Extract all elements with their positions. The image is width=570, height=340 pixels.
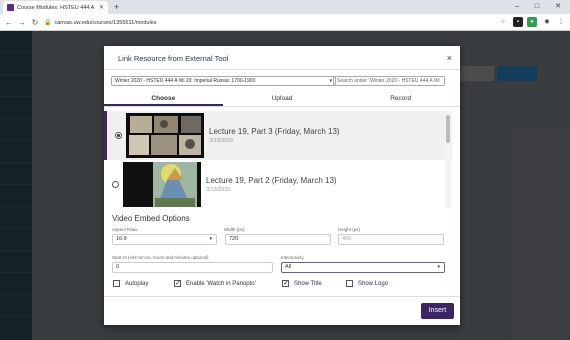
start-at-label: Start At (HH:mm:ss, hours and minutes op… [112, 255, 209, 260]
chevron-down-icon: ▾ [437, 264, 440, 270]
show-logo-checkbox[interactable]: Show Logo [346, 280, 388, 287]
width-input[interactable]: 720 [225, 234, 331, 245]
aspect-ratio-value: 16:9 [116, 236, 127, 242]
video-date: 3/13/2020 [209, 138, 234, 144]
show-logo-label: Show Logo [358, 280, 389, 287]
address-bar[interactable]: 🔒 canvas.uw.edu/courses/1355611/modules [44, 17, 504, 28]
interactivity-label: Interactivity [281, 255, 304, 260]
insert-button[interactable]: Insert [421, 303, 454, 319]
tab-bar: Choose Upload Record [104, 90, 460, 107]
radio-selected[interactable] [115, 132, 122, 139]
aspect-ratio-label: Aspect Ratio [112, 227, 138, 232]
embed-options-heading: Video Embed Options [112, 214, 190, 223]
extension-icon[interactable]: ▪ [513, 17, 523, 27]
link-resource-dialog: Link Resource from External Tool × Winte… [104, 46, 460, 325]
list-item[interactable]: Lecture 19, Part 2 (Friday, March 13) 3/… [104, 160, 452, 208]
dialog-header: Link Resource from External Tool × [104, 46, 460, 70]
search-input[interactable]: Search under "Winter 2020 - HSTEU 444 A … [333, 76, 445, 86]
height-label: Height (px) [338, 227, 361, 232]
dialog-footer: Insert [104, 296, 460, 325]
browser-chrome: Course Modules: HSTEU 444 A Wi... ✕ + – … [0, 0, 570, 31]
forward-icon[interactable]: → [17, 16, 27, 29]
tab-record[interactable]: Record [341, 90, 460, 106]
dialog-title: Link Resource from External Tool [118, 54, 229, 63]
reload-icon[interactable]: ↻ [30, 16, 40, 29]
list-scrollbar-thumb[interactable] [446, 115, 450, 143]
video-title: Lecture 19, Part 3 (Friday, March 13) [209, 127, 340, 136]
url-text: canvas.uw.edu/courses/1355611/modules [54, 19, 157, 26]
radio-unselected[interactable] [112, 181, 119, 188]
checkbox-box[interactable] [174, 279, 181, 287]
tab-title: Course Modules: HSTEU 444 A Wi... [17, 4, 95, 11]
interactivity-value: All [285, 264, 292, 270]
tab-upload[interactable]: Upload [223, 90, 342, 106]
width-label: Width (px) [224, 227, 245, 232]
maximize-button[interactable]: □ [528, 0, 546, 14]
new-tab-button[interactable]: + [114, 1, 119, 13]
interactivity-select[interactable]: All ▾ [281, 262, 445, 273]
checkbox-box[interactable] [346, 280, 353, 287]
list-item[interactable]: Lecture 19, Part 3 (Friday, March 13) 3/… [104, 111, 452, 160]
tab-choose[interactable]: Choose [104, 90, 223, 106]
close-icon[interactable]: × [447, 53, 452, 63]
tab-strip: Course Modules: HSTEU 444 A Wi... ✕ + – … [0, 0, 570, 14]
checkbox-box[interactable] [113, 280, 120, 287]
canvas-favicon-icon [7, 4, 14, 11]
minimize-button[interactable]: – [508, 0, 526, 14]
chevron-down-icon: ▾ [329, 78, 332, 84]
watch-in-panopto-checkbox[interactable]: Enable 'Watch in Panopto' [174, 279, 256, 287]
show-title-checkbox[interactable]: Show Title [282, 279, 322, 287]
aspect-ratio-select[interactable]: 16:9 ▾ [112, 234, 217, 245]
video-title: Lecture 19, Part 2 (Friday, March 13) [206, 176, 337, 185]
video-thumbnail [123, 162, 201, 207]
course-select[interactable]: Winter 2020 - HSTEU 444 A Wi 20: Imperia… [111, 76, 336, 86]
menu-kebab-icon[interactable]: ⋮ [556, 17, 566, 27]
back-icon[interactable]: ← [4, 16, 14, 29]
extension-green-icon[interactable]: ● [527, 17, 537, 27]
watch-in-panopto-label: Enable 'Watch in Panopto' [186, 280, 256, 287]
autoplay-label: Autoplay [125, 280, 149, 287]
video-thumbnail [126, 113, 204, 158]
show-title-label: Show Title [294, 280, 322, 287]
profile-icon[interactable]: ◉ [542, 17, 552, 27]
autoplay-checkbox[interactable]: Autoplay [113, 280, 148, 287]
bookmark-star-icon[interactable]: ☆ [498, 17, 508, 27]
dialog-body: Winter 2020 - HSTEU 444 A Wi 20: Imperia… [104, 70, 460, 296]
video-date: 3/13/2020 [206, 187, 231, 193]
course-select-value: Winter 2020 - HSTEU 444 A Wi 20: Imperia… [115, 78, 256, 84]
height-input[interactable]: 405 [338, 234, 444, 245]
chevron-down-icon: ▾ [209, 236, 212, 242]
browser-toolbar: ← → ↻ 🔒 canvas.uw.edu/courses/1355611/mo… [0, 14, 570, 31]
lock-icon: 🔒 [44, 20, 52, 26]
tab-close-icon[interactable]: ✕ [95, 4, 108, 11]
window-close-button[interactable]: ✕ [549, 0, 567, 14]
video-list: Lecture 19, Part 3 (Friday, March 13) 3/… [104, 111, 452, 208]
start-at-input[interactable]: 0 [112, 262, 273, 273]
browser-tab[interactable]: Course Modules: HSTEU 444 A Wi... ✕ [3, 1, 108, 14]
checkbox-box[interactable] [282, 279, 289, 287]
